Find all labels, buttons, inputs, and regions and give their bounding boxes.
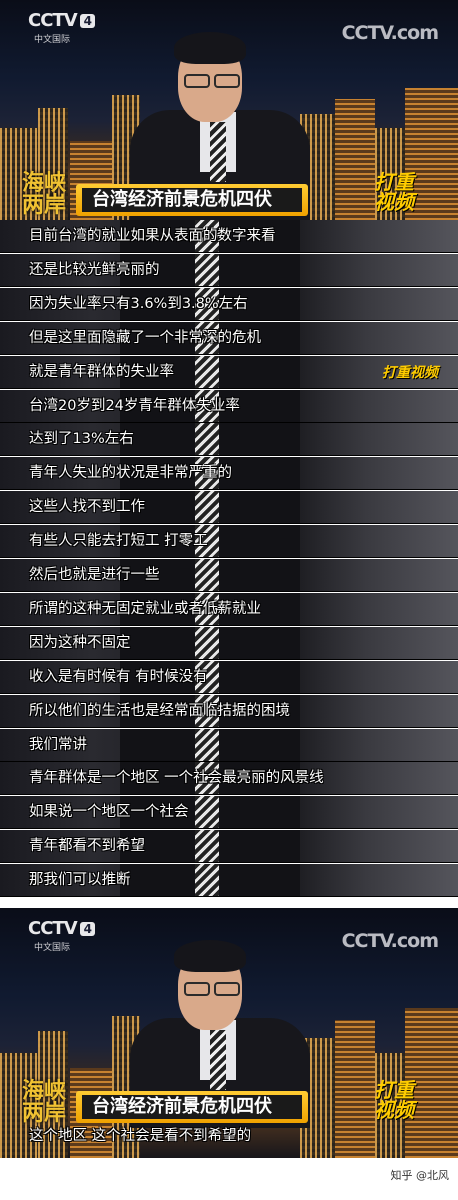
subtitle-frame: 所谓的这种无固定就业或者低薪就业 xyxy=(0,592,458,626)
subtitle-line: 收入是有时候有 有时候没有 xyxy=(29,668,208,685)
channel-name: 中文国际 xyxy=(34,35,71,45)
anchor-tie-crop xyxy=(195,626,219,660)
anchor-tie-crop xyxy=(195,830,219,864)
subtitle-line: 有些人只能去打短工 打零工 xyxy=(29,533,208,550)
frame-divider xyxy=(0,353,458,355)
frame-divider xyxy=(0,591,458,592)
channel-name: 中文国际 xyxy=(34,943,71,953)
final-subtitle: 这个地区 这个社会是看不到希望的 xyxy=(29,1128,252,1144)
cctv-corner-logo: CCTV.com xyxy=(341,930,439,952)
subtitle-line: 如果说一个地区一个社会 xyxy=(29,804,189,821)
frame-divider xyxy=(0,557,458,559)
cctv-corner-logo: CCTV.com xyxy=(341,22,439,44)
headline-text: 台湾经济前景危机四伏 xyxy=(82,1095,302,1119)
subtitle-frame: 然后也就是进行一些 xyxy=(0,559,458,592)
stamp-logo: 打重 视频 xyxy=(374,1078,414,1122)
frame-divider xyxy=(0,760,458,762)
subtitle-frame: 如果说一个地区一个社会 xyxy=(0,796,458,830)
subtitle-line: 青年群体是一个地区 一个社会最亮丽的风景线 xyxy=(29,770,324,787)
subtitle-line: 但是这里面隐藏了一个非常深的危机 xyxy=(29,329,261,346)
subtitle-frame: 因为这种不固定 xyxy=(0,626,458,660)
frame-divider xyxy=(0,896,458,898)
subtitle-frame: 这些人找不到工作 xyxy=(0,491,458,525)
subtitle-frame: 青年人失业的状况是非常严重的 xyxy=(0,457,458,491)
cctv-logo: CCTV 4 xyxy=(28,918,95,939)
subtitle-frame: 收入是有时候有 有时候没有 xyxy=(0,660,458,694)
subtitle-line: 青年人失业的状况是非常严重的 xyxy=(29,465,232,482)
subtitle-line: 我们常讲 xyxy=(29,736,87,753)
subtitle-line: 因为失业率只有3.6%到3.8%左右 xyxy=(29,295,248,312)
subtitle-line: 然后也就是进行一些 xyxy=(29,567,160,583)
subtitle-line: 台湾20岁到24岁青年群体失业率 xyxy=(29,397,240,414)
subtitle-frame: 还是比较光鲜亮丽的 xyxy=(0,253,458,287)
frame-divider xyxy=(0,726,458,728)
bottom-video-frame: CCTV 4 中文国际 CCTV.com 海峡 两岸 打重 视频 台湾经济前景危机… xyxy=(0,908,458,1158)
subtitle-frame: 目前台湾的就业如果从表面的数字来看 xyxy=(0,220,458,253)
frame-divider xyxy=(0,252,458,253)
anchor-tie-crop xyxy=(195,559,219,592)
subtitle-line: 所以他们的生活也是经常面临拮据的困境 xyxy=(29,702,290,719)
subtitle-line: 那我们可以推断 xyxy=(29,872,131,889)
subtitle-line: 就是青年群体的失业率 xyxy=(29,363,174,380)
subtitle-line: 因为这种不固定 xyxy=(29,634,131,651)
anchor-tie-crop xyxy=(195,864,219,898)
headline-bar: 台湾经济前景危机四伏 xyxy=(76,184,308,216)
anchor-tie-crop xyxy=(195,253,219,287)
anchor-tie-crop xyxy=(195,728,219,762)
subtitle-frame: 台湾20岁到24岁青年群体失业率 xyxy=(0,389,458,423)
subtitle-frame: 打重视频 就是青年群体的失业率 xyxy=(0,355,458,389)
headline-bar: 台湾经济前景危机四伏 xyxy=(76,1091,308,1123)
show-logo: 海峡 两岸 xyxy=(22,170,67,218)
show-logo: 海峡 两岸 xyxy=(22,1078,67,1126)
subtitle-frame: 青年都看不到希望 xyxy=(0,830,458,864)
frame-divider xyxy=(0,624,458,626)
frame-divider xyxy=(0,692,458,694)
subtitle-line: 目前台湾的就业如果从表面的数字来看 xyxy=(29,228,276,244)
subtitle-frame: 达到了13%左右 xyxy=(0,423,458,457)
frame-divider xyxy=(0,489,458,491)
frame-divider xyxy=(0,285,458,287)
frame-divider xyxy=(0,387,458,389)
subtitle-line: 还是比较光鲜亮丽的 xyxy=(29,261,160,278)
subtitle-line: 所谓的这种无固定就业或者低薪就业 xyxy=(29,600,261,617)
headline-text: 台湾经济前景危机四伏 xyxy=(82,188,302,212)
frame-divider xyxy=(0,862,458,864)
frame-divider xyxy=(0,794,458,796)
anchor-tie-crop xyxy=(195,423,219,457)
stamp-logo: 打重 视频 xyxy=(374,170,414,214)
zhihu-watermark: 知乎 @北风 xyxy=(387,1166,452,1184)
frame-divider xyxy=(0,828,458,830)
frame-divider xyxy=(0,319,458,321)
subtitle-frame: 因为失业率只有3.6%到3.8%左右 xyxy=(0,287,458,321)
anchor-tie-crop xyxy=(195,796,219,830)
anchor-tie-crop xyxy=(195,491,219,525)
subtitle-frame: 青年群体是一个地区 一个社会最亮丽的风景线 xyxy=(0,762,458,796)
subtitle-frame: 那我们可以推断 xyxy=(0,864,458,898)
frame-divider xyxy=(0,455,458,457)
subtitle-frame: 有些人只能去打短工 打零工 xyxy=(0,525,458,559)
cctv-logo: CCTV 4 xyxy=(28,10,95,31)
subtitle-line: 青年都看不到希望 xyxy=(29,838,145,855)
anchor-tie-crop xyxy=(195,355,219,389)
subtitle-line: 这些人找不到工作 xyxy=(29,499,145,516)
subtitle-frame: 所以他们的生活也是经常面临拮据的困境 xyxy=(0,694,458,728)
frame-divider xyxy=(0,523,458,525)
side-stamp: 打重视频 xyxy=(382,364,438,381)
subtitle-frame: 我们常讲 xyxy=(0,728,458,762)
frame-divider xyxy=(0,658,458,660)
subtitle-line: 达到了13%左右 xyxy=(29,431,134,448)
subtitle-frame: 但是这里面隐藏了一个非常深的危机 xyxy=(0,321,458,355)
frame-divider xyxy=(0,421,458,423)
